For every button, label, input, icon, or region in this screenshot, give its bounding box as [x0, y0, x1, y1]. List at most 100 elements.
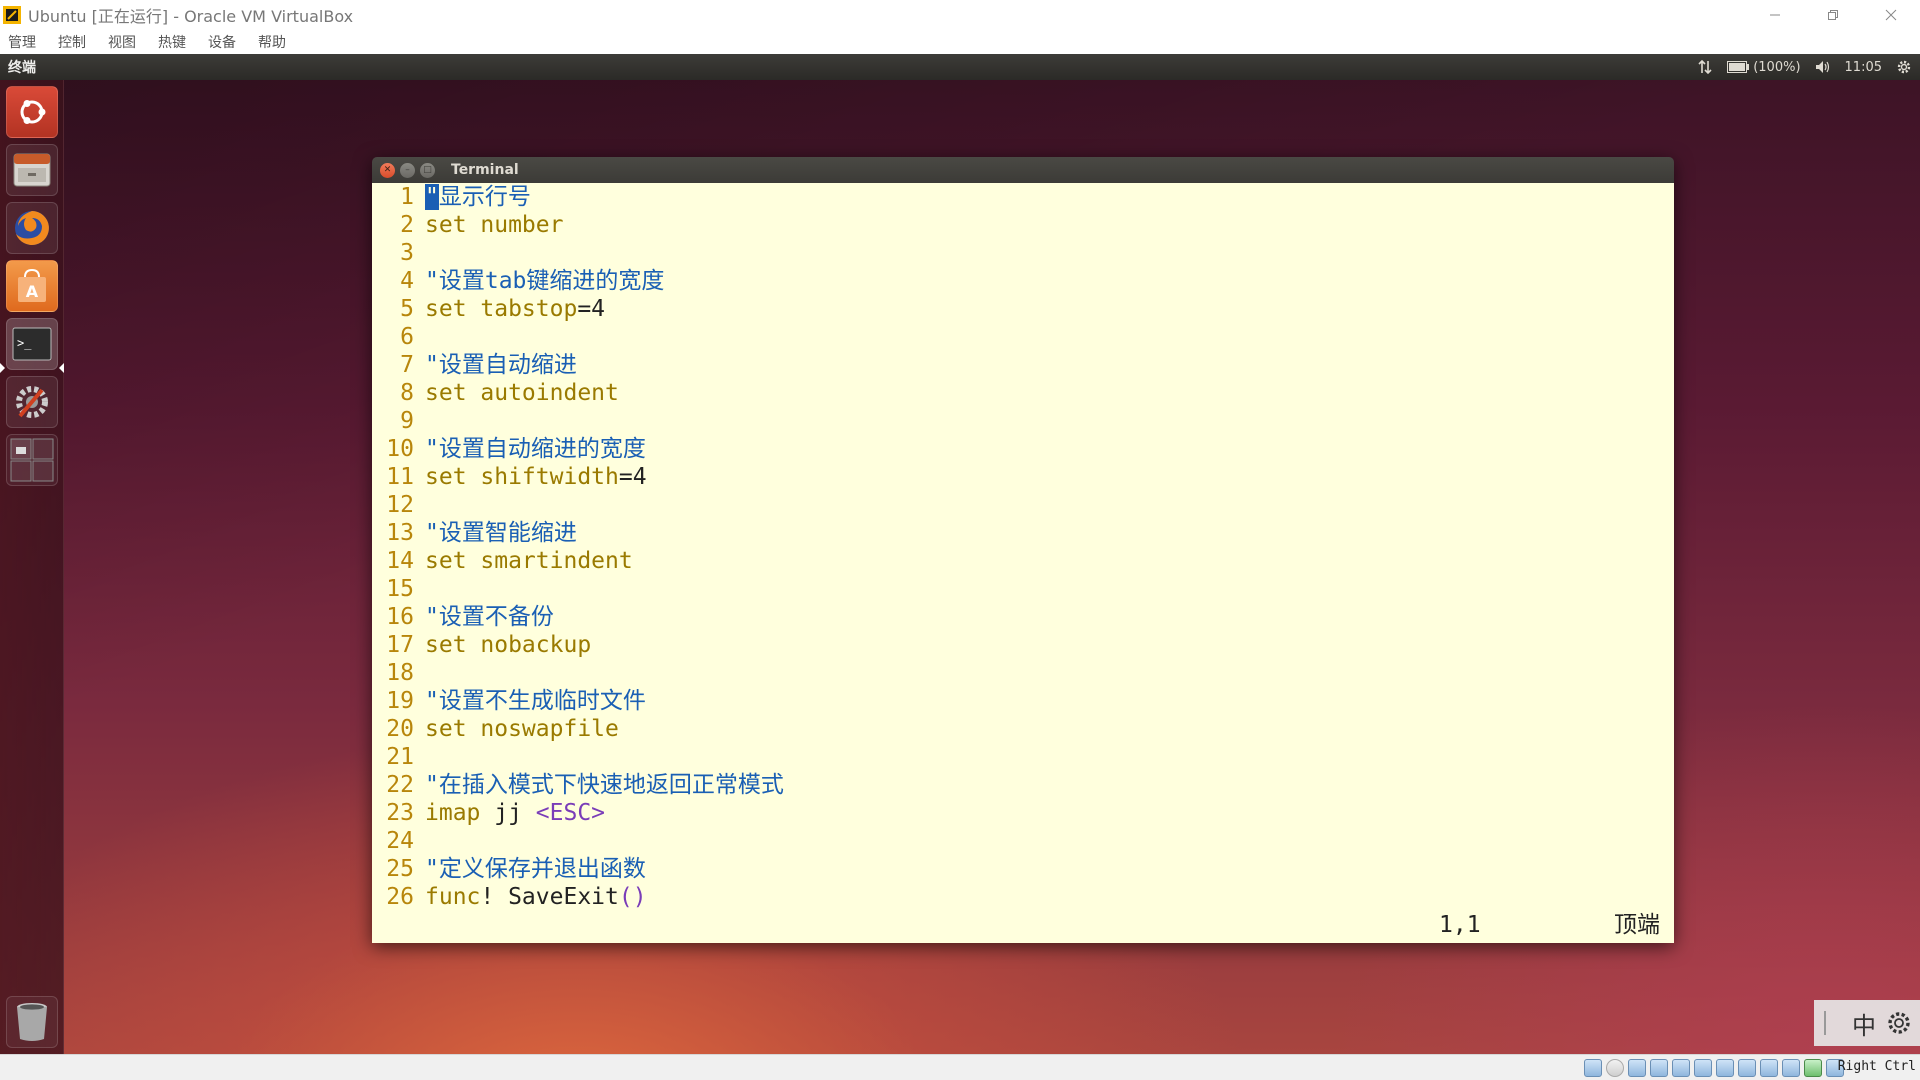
- line-number: 8: [400, 380, 414, 406]
- vim-line: 20 set noswapfile: [372, 715, 619, 743]
- code-token: nobackup: [466, 632, 592, 658]
- terminal-icon: >_: [12, 327, 52, 361]
- vim-line: 13 "设置智能缩进: [372, 519, 577, 547]
- launcher-terminal[interactable]: >_: [6, 318, 58, 370]
- terminal-titlebar[interactable]: ✕ – □ Terminal: [372, 157, 1674, 183]
- virtualization-icon[interactable]: [1782, 1059, 1800, 1077]
- line-number: 14: [386, 548, 414, 574]
- launcher-dash[interactable]: [6, 86, 58, 138]
- session-indicator[interactable]: [1896, 59, 1912, 75]
- minimize-button[interactable]: [1746, 0, 1804, 30]
- vim-editor[interactable]: 1 "显示行号 2 set number 3 4 "设置tab键缩进的宽度 5 set tabs…: [372, 183, 1674, 943]
- close-button[interactable]: [1862, 0, 1920, 30]
- trash-icon: [17, 1003, 47, 1041]
- menu-view[interactable]: 视图: [108, 32, 136, 52]
- line-text: "在插入模式下快速地返回正常模式: [425, 771, 784, 799]
- audio-icon[interactable]: [1628, 1059, 1646, 1077]
- volume-indicator[interactable]: [1815, 60, 1831, 74]
- running-indicator: [0, 363, 5, 373]
- launcher-files[interactable]: [6, 144, 58, 196]
- display-icon[interactable]: [1716, 1059, 1734, 1077]
- launcher-trash[interactable]: [6, 996, 58, 1048]
- menu-control[interactable]: 控制: [58, 32, 86, 52]
- code-token: shiftwidth: [466, 464, 619, 490]
- menu-manage[interactable]: 管理: [8, 32, 36, 52]
- restore-button[interactable]: [1804, 0, 1862, 30]
- vim-line: 17 set nobackup: [372, 631, 591, 659]
- line-number: 13: [386, 520, 414, 546]
- launcher-workspaces[interactable]: [6, 434, 58, 486]
- vim-line: 25 "定义保存并退出函数: [372, 855, 646, 883]
- restore-icon: [1828, 10, 1838, 20]
- line-number: 1: [400, 184, 414, 210]
- terminal-minimize-button[interactable]: –: [400, 162, 415, 178]
- code-token: set: [425, 716, 467, 742]
- usb-icon[interactable]: [1672, 1059, 1690, 1077]
- vim-line: 14 set smartindent: [372, 547, 632, 575]
- code-token: "设置不生成临时文件: [425, 688, 646, 714]
- video-capture-icon[interactable]: [1738, 1059, 1756, 1077]
- minimize-icon: [1770, 14, 1780, 16]
- hard-disk-icon[interactable]: [1584, 1059, 1602, 1077]
- network-adapter-icon[interactable]: [1650, 1059, 1668, 1077]
- window-title: Ubuntu [正在运行] - Oracle VM VirtualBox: [28, 7, 354, 26]
- firefox-icon: [15, 211, 49, 245]
- ime-drag-handle[interactable]: [1824, 1011, 1826, 1035]
- text-cursor: ": [425, 184, 439, 210]
- line-text: set shiftwidth=4: [425, 463, 647, 491]
- settings-wrench-icon: [16, 386, 48, 418]
- battery-indicator[interactable]: (100%): [1727, 60, 1801, 75]
- code-token: set: [425, 464, 467, 490]
- code-token: "设置自动缩进: [425, 352, 577, 378]
- line-number: 9: [400, 408, 414, 434]
- code-token: tabstop: [466, 296, 578, 322]
- line-text: set autoindent: [425, 379, 619, 407]
- code-token: jj: [480, 800, 536, 826]
- host-key-label: Right Ctrl: [1837, 1059, 1916, 1074]
- vim-line: 4 "设置tab键缩进的宽度: [372, 267, 664, 295]
- launcher-software-center[interactable]: A: [6, 260, 58, 312]
- line-text: set tabstop=4: [425, 295, 605, 323]
- line-number: 6: [400, 324, 414, 350]
- clock[interactable]: 11:05: [1845, 60, 1882, 75]
- menu-help[interactable]: 帮助: [258, 32, 286, 52]
- line-number: 3: [400, 240, 414, 266]
- vim-line: 2 set number: [372, 211, 563, 239]
- menu-devices[interactable]: 设备: [208, 32, 236, 52]
- ime-mode-indicator[interactable]: 中: [1852, 1006, 1876, 1041]
- ime-settings-gear-icon[interactable]: [1886, 1010, 1912, 1036]
- optical-drive-icon[interactable]: [1606, 1059, 1624, 1077]
- gear-icon: [1897, 60, 1911, 74]
- line-text: "定义保存并退出函数: [425, 855, 646, 883]
- shared-folders-icon[interactable]: [1694, 1059, 1712, 1077]
- terminal-maximize-button[interactable]: □: [420, 162, 435, 178]
- guest-additions-icon[interactable]: [1760, 1059, 1778, 1077]
- file-cabinet-icon: [13, 153, 51, 187]
- menu-hotkeys[interactable]: 热键: [158, 32, 186, 52]
- network-indicator[interactable]: [1697, 59, 1713, 75]
- launcher-firefox[interactable]: [6, 202, 58, 254]
- line-text: "设置不生成临时文件: [425, 687, 646, 715]
- virtualbox-icon: [2, 5, 22, 25]
- close-icon: ✕: [383, 164, 392, 175]
- launcher-system-settings[interactable]: [6, 376, 58, 428]
- battery-icon: [1727, 61, 1750, 73]
- vim-line: 1 "显示行号: [372, 183, 531, 211]
- code-token: set: [425, 380, 467, 406]
- line-number: 5: [400, 296, 414, 322]
- vim-line: 3: [372, 239, 414, 267]
- code-token: "设置tab键缩进的宽度: [425, 268, 665, 294]
- mouse-integration-icon[interactable]: [1804, 1059, 1822, 1077]
- terminal-window: ✕ – □ Terminal 1 "显示行号 2 set number 3 4 "设置tab…: [372, 157, 1674, 943]
- ubuntu-top-panel: 终端 (100%) 11:05: [0, 54, 1920, 80]
- vim-line: 12: [372, 491, 414, 519]
- terminal-close-button[interactable]: ✕: [380, 162, 395, 178]
- host-statusbar: Right Ctrl: [0, 1054, 1920, 1080]
- line-number: 10: [386, 436, 414, 462]
- code-token: func: [425, 884, 481, 910]
- window-controls: [1746, 0, 1920, 30]
- ubuntu-logo-icon: [20, 100, 46, 124]
- vim-line: 26 func! SaveExit(): [372, 883, 646, 911]
- ime-toolbar[interactable]: 中: [1814, 1000, 1920, 1046]
- code-token: 显示行号: [438, 184, 531, 210]
